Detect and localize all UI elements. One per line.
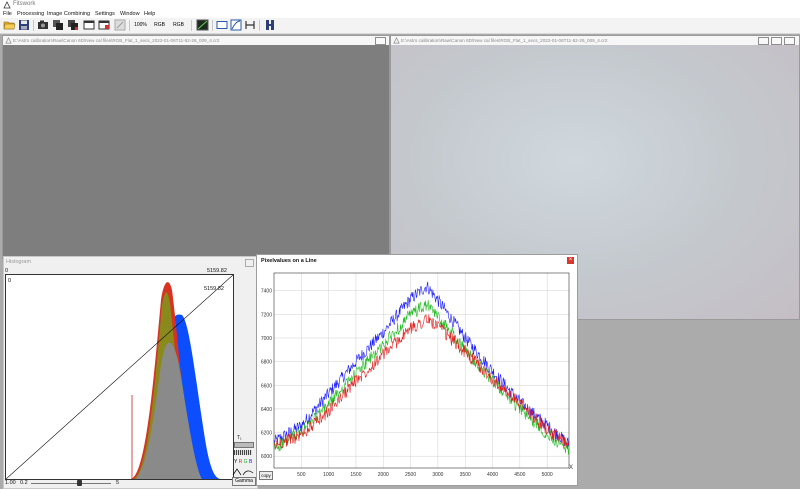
- curve-type-icons[interactable]: [232, 467, 254, 476]
- frame-icon[interactable]: [216, 19, 228, 31]
- menu-file[interactable]: File: [3, 10, 12, 18]
- disabled-tool-icon[interactable]: [114, 19, 126, 31]
- histogram-restore-button[interactable]: [245, 259, 254, 267]
- toolbar-separator: [259, 20, 260, 31]
- image-window-left[interactable]: E:\Astro calibration\Raw\Canon 6D\New ca…: [2, 35, 390, 259]
- image-window-right-title: E:\Astro calibration\Raw\Canon 6D\New ca…: [401, 38, 608, 43]
- pixel-line-chart[interactable]: 6000 6200 6400 6600 6800 7000 7200 7400 500 1000…: [257, 266, 575, 482]
- slider-min-value: 0.2: [20, 480, 28, 486]
- toolbar-separator: [191, 20, 192, 31]
- channel-g[interactable]: G: [244, 459, 248, 465]
- x-tick-label: 3500: [460, 472, 471, 478]
- open-folder-icon[interactable]: [3, 19, 16, 31]
- histogram-plot[interactable]: 0 5159.82: [5, 274, 234, 480]
- save-icon[interactable]: [18, 19, 30, 31]
- copy-button[interactable]: copy: [259, 471, 273, 480]
- gamma-slider-thumb[interactable]: [77, 480, 82, 486]
- curve-icon[interactable]: [230, 19, 242, 31]
- menu-image-combining[interactable]: Image Combining: [47, 10, 90, 18]
- y-tick-label: 6400: [261, 407, 272, 413]
- y-tick-label: 6800: [261, 360, 272, 366]
- menu-help[interactable]: Help: [144, 10, 155, 18]
- pixel-line-titlebar[interactable]: Pixelvalues on a Line ×: [257, 255, 577, 266]
- x-tick-label: 4000: [487, 472, 498, 478]
- histogram-inner-max: 5159.82: [204, 286, 224, 292]
- x-tick-label: 2500: [405, 472, 416, 478]
- rgb-button-1[interactable]: RGB: [152, 20, 167, 30]
- slider-max-value: 5: [116, 480, 120, 486]
- gamma-button[interactable]: Gamma: [232, 477, 256, 486]
- toolbar-separator: [212, 20, 213, 31]
- menu-processing[interactable]: Processing: [17, 10, 44, 18]
- levels-scale[interactable]: [234, 450, 252, 455]
- pixel-line-title: Pixelvalues on a Line: [261, 258, 317, 264]
- y-tick-label: 7200: [261, 312, 272, 318]
- image-window-left-titlebar[interactable]: E:\Astro calibration\Raw\Canon 6D\New ca…: [3, 36, 389, 45]
- toolbar-separator: [33, 20, 34, 31]
- stack-icon[interactable]: [52, 19, 64, 31]
- x-tick-label: 2000: [378, 472, 389, 478]
- x-tick-label: 500: [297, 472, 306, 478]
- app-title: Fitswork: [13, 1, 36, 7]
- app-icon: [3, 1, 11, 9]
- toolbar: 100% RGB RGB: [0, 18, 800, 34]
- minimize-button[interactable]: [758, 37, 769, 45]
- close-button[interactable]: ×: [567, 257, 574, 264]
- x-tick-label: 1500: [350, 472, 361, 478]
- menu-bar: File Processing Image Combining Settings…: [0, 10, 800, 18]
- channel-selector[interactable]: Y R G B: [234, 459, 252, 465]
- image-canvas-left[interactable]: [3, 45, 389, 258]
- y-tick-label: 6000: [261, 454, 272, 460]
- plot-frame: [273, 272, 570, 469]
- x-tick-label: 1000: [323, 472, 334, 478]
- threshold-label: T₁: [237, 435, 242, 441]
- window-app-icon: [393, 37, 400, 44]
- channel-r[interactable]: R: [239, 459, 243, 465]
- histogram-title: Histogram: [6, 259, 32, 265]
- channel-b[interactable]: B: [249, 459, 252, 465]
- levels-icon[interactable]: [196, 19, 209, 31]
- x-tick-label: 5000: [542, 472, 553, 478]
- image-window-left-title: E:\Astro calibration\Raw\Canon 6D\New ca…: [13, 38, 220, 43]
- series-line: [273, 314, 570, 450]
- camera-icon[interactable]: [37, 19, 49, 31]
- tool-icon[interactable]: [264, 19, 276, 31]
- gamma-slider-track[interactable]: [31, 483, 111, 484]
- menu-window[interactable]: Window: [120, 10, 140, 18]
- close-window-button[interactable]: [784, 37, 795, 45]
- x-tick-label: 3000: [432, 472, 443, 478]
- image-window-right-titlebar[interactable]: E:\Astro calibration\Raw\Canon 6D\New ca…: [391, 36, 799, 45]
- histogram-window[interactable]: Histogram 0 5159.82 0 5159.82 T₁ Y R G B: [3, 256, 258, 489]
- menu-settings[interactable]: Settings: [95, 10, 115, 18]
- threshold-slider[interactable]: [234, 442, 254, 448]
- zoom-100-button[interactable]: 100%: [132, 20, 149, 30]
- gamma-value: 1.00: [5, 480, 16, 486]
- title-bar: Fitswork: [0, 0, 800, 10]
- restore-button[interactable]: [771, 37, 782, 45]
- window-red-icon[interactable]: [98, 19, 110, 31]
- series-line: [273, 300, 570, 455]
- x-tick-label: 4500: [514, 472, 525, 478]
- align-icon[interactable]: [244, 19, 256, 31]
- toolbar-separator: [129, 20, 130, 31]
- rgb-button-2[interactable]: RGB: [171, 20, 186, 30]
- restore-button[interactable]: [375, 37, 386, 45]
- pixel-line-window[interactable]: Pixelvalues on a Line × 6000 6200 6400 6600…: [256, 254, 578, 486]
- y-tick-label: 6600: [261, 383, 272, 389]
- channel-y[interactable]: Y: [234, 459, 237, 465]
- y-tick-label: 7400: [261, 289, 272, 295]
- y-tick-label: 6200: [261, 431, 272, 437]
- histogram-svg: [5, 274, 234, 480]
- stack-red-icon[interactable]: [67, 19, 79, 31]
- window-app-icon: [5, 37, 12, 44]
- x-axis-label: X: [569, 465, 573, 471]
- window-icon[interactable]: [83, 19, 95, 31]
- y-tick-label: 7000: [261, 336, 272, 342]
- histogram-inner-min: 0: [8, 278, 12, 284]
